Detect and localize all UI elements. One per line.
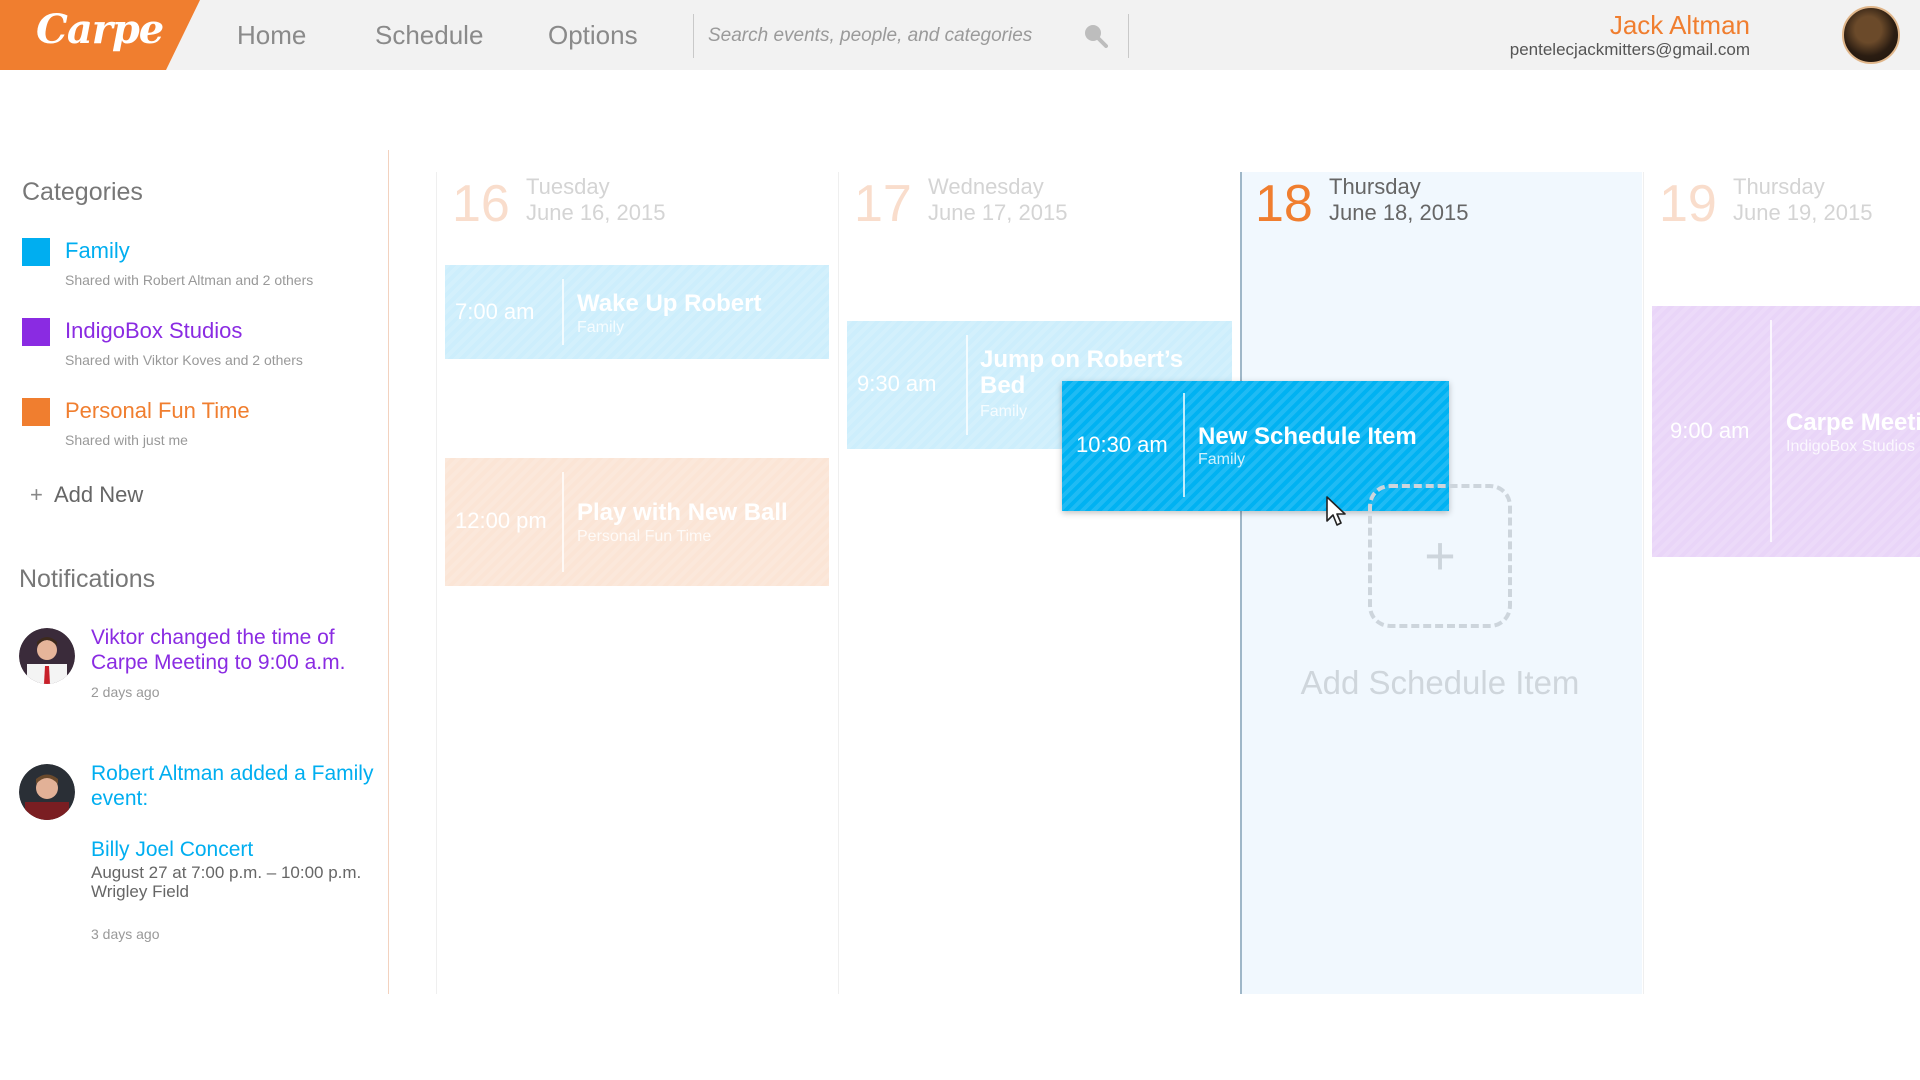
column-divider xyxy=(838,172,839,994)
nav-options[interactable]: Options xyxy=(548,20,638,51)
category-swatch xyxy=(22,318,50,346)
notification-text[interactable]: Robert Altman added a Family event: xyxy=(91,761,391,811)
user-avatar[interactable] xyxy=(1842,6,1900,64)
add-schedule-item-label[interactable]: Add Schedule Item xyxy=(1260,664,1620,702)
event-category: Family xyxy=(577,319,625,336)
nav-schedule[interactable]: Schedule xyxy=(375,20,483,51)
column-divider xyxy=(1643,172,1644,994)
search-input[interactable] xyxy=(706,20,1070,52)
notification-text[interactable]: Viktor changed the time of Carpe Meeting… xyxy=(91,625,391,675)
day-number: 19 xyxy=(1659,175,1717,233)
event-category: Personal Fun Time xyxy=(577,528,712,545)
event-divider xyxy=(562,279,564,345)
day-number: 17 xyxy=(854,175,912,233)
category-shared: Shared with just me xyxy=(65,432,188,448)
search-divider-right xyxy=(1128,14,1129,58)
event-category: Family xyxy=(1198,451,1246,468)
mouse-cursor-icon xyxy=(1326,496,1346,526)
day-name: Thursday xyxy=(1329,174,1421,199)
category-swatch xyxy=(22,238,50,266)
search-divider-left xyxy=(693,14,694,58)
category-shared: Shared with Robert Altman and 2 others xyxy=(65,272,314,288)
day-date: June 17, 2015 xyxy=(928,200,1068,225)
event-wake-up-robert[interactable]: 7:00 am Wake Up Robert Family xyxy=(445,265,829,359)
plus-icon: + xyxy=(30,482,43,507)
event-time: 10:30 am xyxy=(1076,432,1168,457)
user-email: pentelecjackmitters@gmail.com xyxy=(1509,40,1750,59)
day-name: Tuesday xyxy=(526,174,610,199)
event-divider xyxy=(966,335,968,435)
event-title: New Schedule Item xyxy=(1198,423,1417,450)
notification-event-when: August 27 at 7:00 p.m. – 10:00 p.m. xyxy=(91,863,362,882)
category-swatch xyxy=(22,398,50,426)
category-name: Family xyxy=(65,238,130,263)
event-category: Family xyxy=(980,403,1028,420)
day-column-17[interactable]: 17 Wednesday June 17, 2015 xyxy=(840,172,1240,994)
robert-avatar xyxy=(19,764,75,820)
add-schedule-item-button[interactable]: + xyxy=(1368,484,1512,628)
event-time: 9:00 am xyxy=(1670,418,1750,443)
event-title: Play with New Ball xyxy=(577,499,788,526)
event-time: 9:30 am xyxy=(857,371,937,396)
day-number: 16 xyxy=(452,175,510,233)
event-divider xyxy=(1770,320,1772,542)
notification-time: 3 days ago xyxy=(91,926,160,942)
category-name: Personal Fun Time xyxy=(65,398,250,423)
event-category: IndigoBox Studios xyxy=(1786,438,1915,455)
day-name: Wednesday xyxy=(928,174,1044,199)
plus-icon: + xyxy=(1424,526,1456,586)
notifications-title: Notifications xyxy=(19,565,156,593)
day-date: June 19, 2015 xyxy=(1733,200,1873,225)
event-title: Wake Up Robert xyxy=(577,290,762,317)
day-column-19[interactable]: 19 Thursday June 19, 2015 xyxy=(1645,172,1920,994)
notification-event-where: Wrigley Field xyxy=(91,882,189,901)
notification-time: 2 days ago xyxy=(91,684,160,700)
logo[interactable]: Carpe xyxy=(0,0,200,70)
event-divider xyxy=(562,472,564,572)
day-name: Thursday xyxy=(1733,174,1825,199)
logo-text: Carpe xyxy=(36,6,164,53)
category-name: IndigoBox Studios xyxy=(65,318,243,343)
sidebar: Categories Family Shared with Robert Alt… xyxy=(0,150,389,994)
add-new-label: Add New xyxy=(54,482,144,507)
day-date: June 18, 2015 xyxy=(1329,200,1469,225)
add-category-button[interactable]: + Add New xyxy=(30,482,143,508)
top-bar: Carpe Home Schedule Options Jack Altman … xyxy=(0,0,1920,70)
categories-title: Categories xyxy=(22,178,143,206)
day-date: June 16, 2015 xyxy=(526,200,666,225)
day-number: 18 xyxy=(1255,175,1313,233)
event-play-with-new-ball[interactable]: 12:00 pm Play with New Ball Personal Fun… xyxy=(445,458,829,586)
event-time: 7:00 am xyxy=(455,299,535,324)
user-name[interactable]: Jack Altman xyxy=(1610,10,1750,41)
event-title: Carpe Meeting xyxy=(1786,409,1920,436)
event-time: 12:00 pm xyxy=(455,508,547,533)
category-shared: Shared with Viktor Koves and 2 others xyxy=(65,352,303,368)
event-carpe-meeting[interactable]: 9:00 am Carpe Meeting IndigoBox Studios xyxy=(1652,306,1920,557)
viktor-avatar xyxy=(19,628,75,684)
event-divider xyxy=(1183,393,1185,497)
search-icon[interactable] xyxy=(1082,22,1108,48)
nav-home[interactable]: Home xyxy=(237,20,306,51)
column-divider xyxy=(436,172,437,994)
notification-event-title[interactable]: Billy Joel Concert xyxy=(91,837,391,862)
